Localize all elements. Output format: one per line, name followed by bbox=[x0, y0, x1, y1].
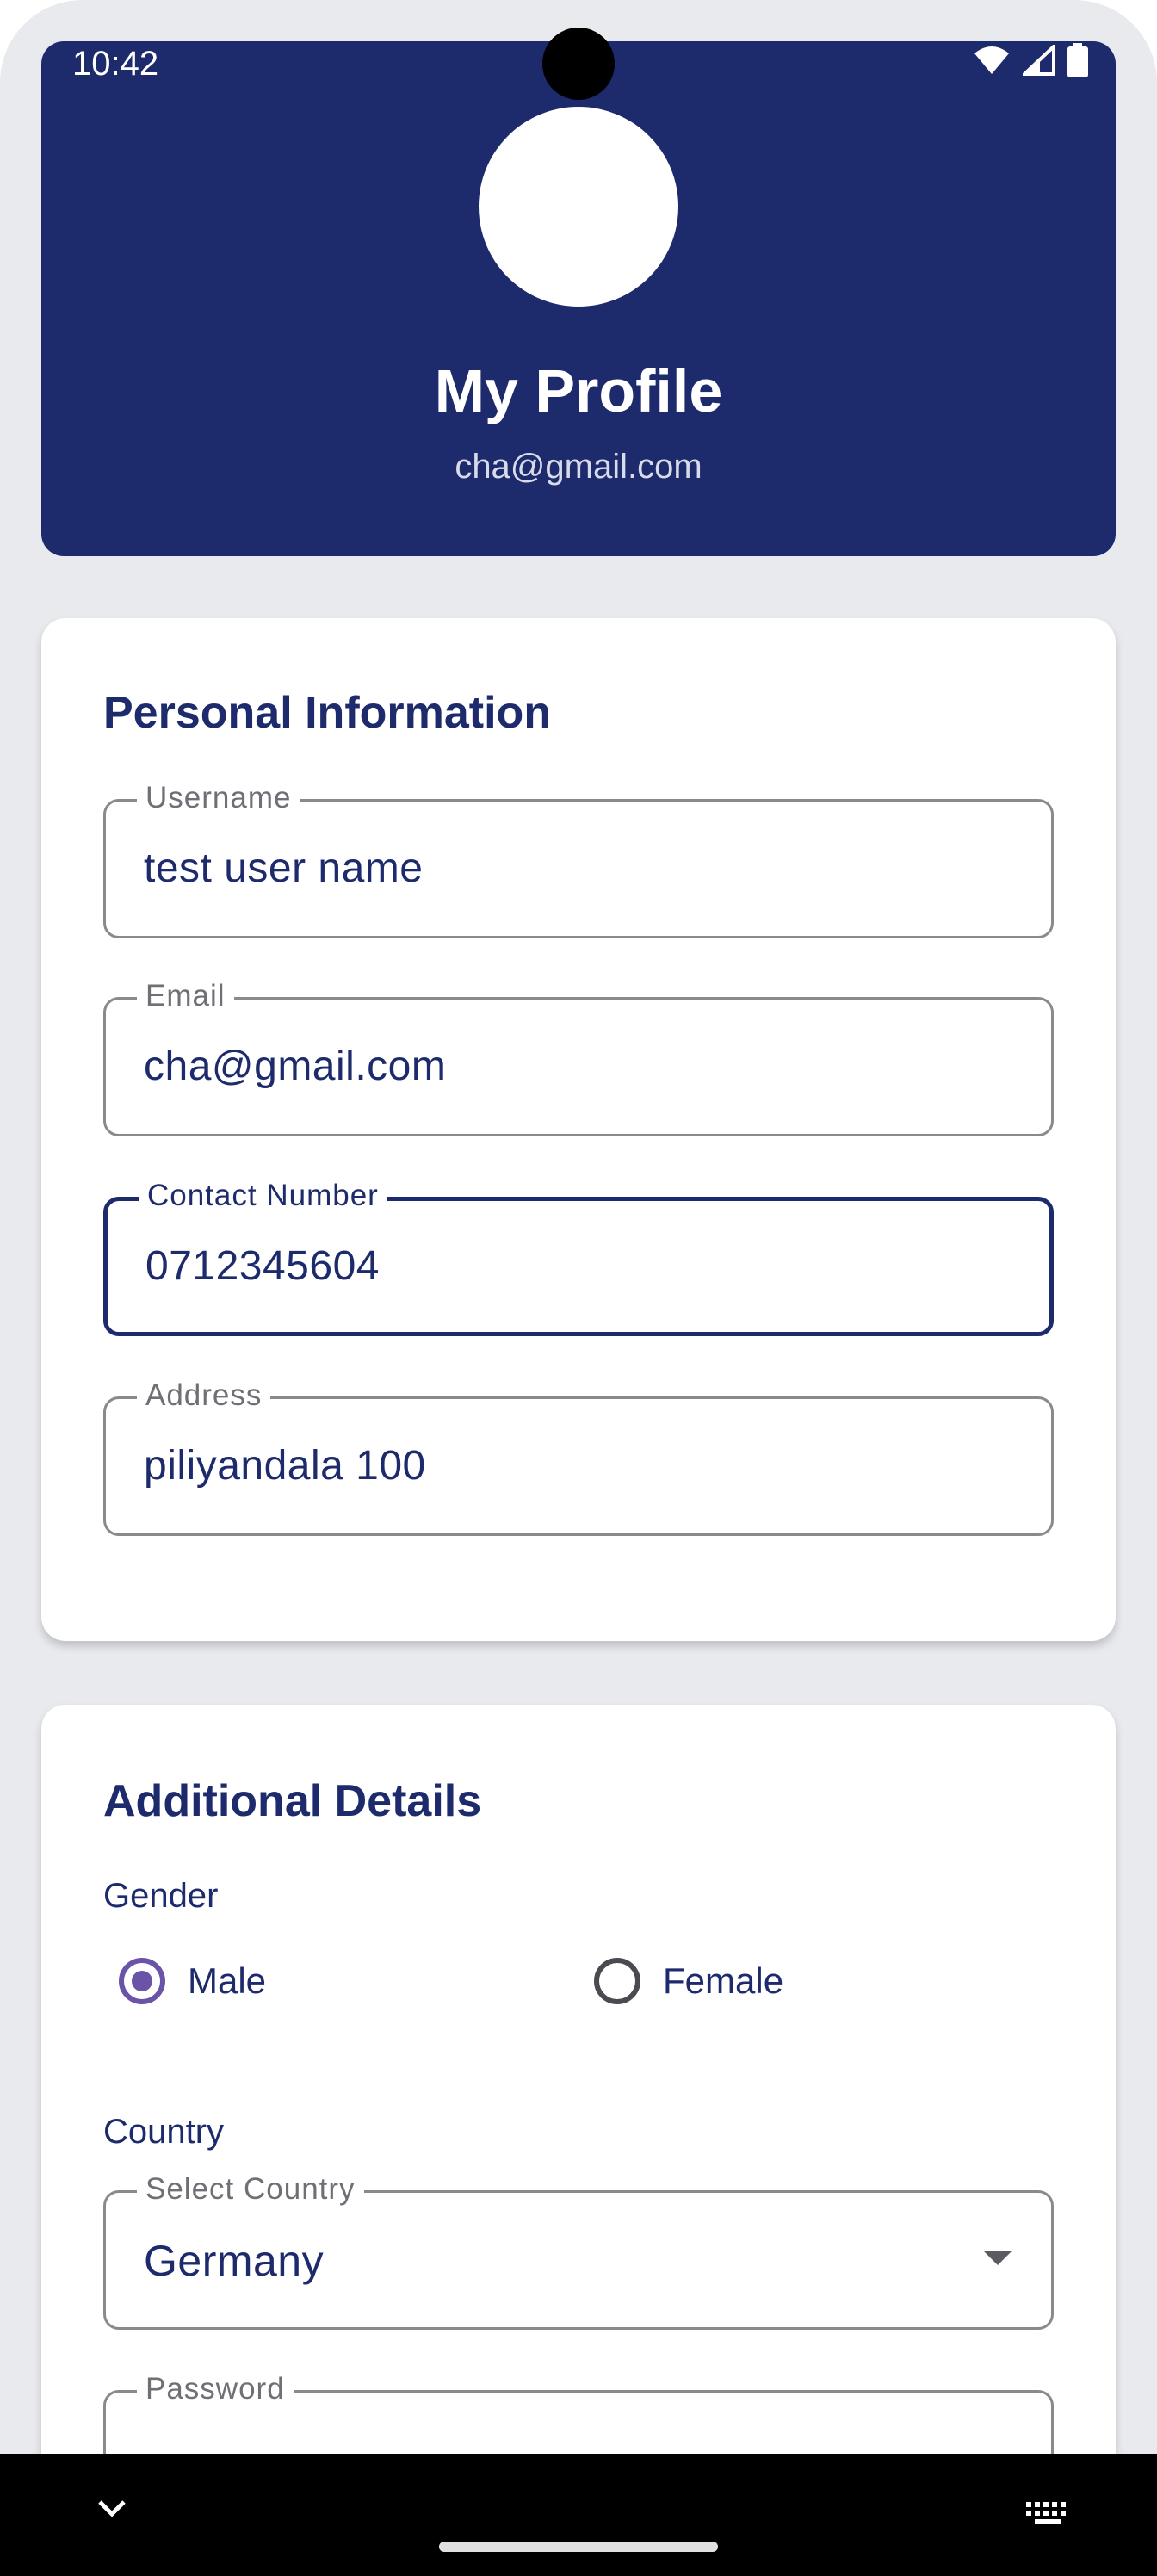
country-select-value: Germany bbox=[144, 2237, 325, 2285]
personal-info-card: Personal Information Username test user … bbox=[41, 618, 1116, 1641]
gender-label: Gender bbox=[103, 1877, 219, 1915]
keyboard-icon[interactable] bbox=[1024, 2500, 1071, 2534]
address-label: Address bbox=[137, 1378, 271, 1413]
male-label: Male bbox=[188, 1960, 267, 2001]
username-label: Username bbox=[137, 781, 300, 815]
camera-cutout bbox=[542, 28, 615, 100]
female-label: Female bbox=[663, 1960, 784, 2001]
country-select-label: Select Country bbox=[137, 2172, 364, 2207]
username-field[interactable]: Username test user name bbox=[103, 781, 1054, 938]
address-value: piliyandala 100 bbox=[144, 1443, 426, 1489]
page-title: My Profile bbox=[434, 357, 723, 424]
wifi-icon bbox=[973, 45, 1011, 76]
country-select[interactable]: Select Country Germany bbox=[103, 2172, 1054, 2330]
address-field[interactable]: Address piliyandala 100 bbox=[103, 1378, 1054, 1536]
username-value: test user name bbox=[144, 845, 424, 891]
profile-email: cha@gmail.com bbox=[455, 448, 702, 486]
contact-number-value: 0712345604 bbox=[145, 1243, 380, 1289]
chevron-down-icon[interactable] bbox=[96, 2499, 127, 2522]
email-value: cha@gmail.com bbox=[144, 1043, 447, 1089]
contact-number-field[interactable]: Contact Number 0712345604 bbox=[103, 1179, 1054, 1336]
additional-details-card: Additional Details Gender Male Female Co… bbox=[41, 1705, 1116, 2566]
profile-avatar[interactable] bbox=[479, 107, 678, 307]
signal-icon bbox=[1023, 45, 1055, 76]
dropdown-arrow-icon[interactable] bbox=[984, 2251, 1012, 2265]
additional-details-title: Additional Details bbox=[103, 1776, 482, 1826]
home-gesture-pill[interactable] bbox=[439, 2542, 718, 2552]
password-label: Password bbox=[137, 2372, 294, 2406]
radio-checked-icon[interactable] bbox=[119, 1958, 165, 2004]
email-field[interactable]: Email cha@gmail.com bbox=[103, 979, 1054, 1136]
contact-number-label: Contact Number bbox=[139, 1179, 387, 1213]
country-label: Country bbox=[103, 2113, 225, 2151]
gender-radio-female[interactable]: Female bbox=[594, 1958, 783, 2004]
email-label: Email bbox=[137, 979, 234, 1013]
battery-icon bbox=[1067, 43, 1088, 77]
system-nav-bar bbox=[0, 2454, 1157, 2576]
radio-unchecked-icon[interactable] bbox=[594, 1958, 640, 2004]
status-icons bbox=[973, 43, 1088, 77]
app-screen: 10:42 My Profile cha@gmail.com Personal … bbox=[0, 0, 1157, 2576]
gender-radio-male[interactable]: Male bbox=[119, 1958, 266, 2004]
status-time: 10:42 bbox=[72, 45, 159, 83]
personal-info-title: Personal Information bbox=[103, 688, 552, 738]
